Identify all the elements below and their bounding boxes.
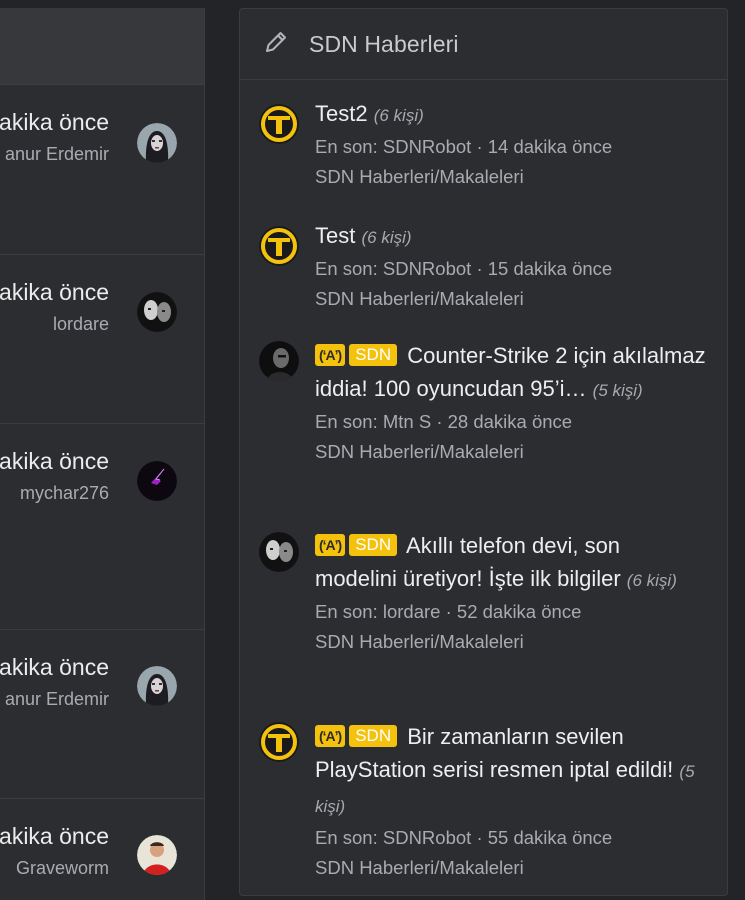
woman-dark-hair-avatar[interactable] (137, 666, 177, 706)
sdn-badge: SDN (349, 534, 398, 556)
red-shirt-man-avatar[interactable] (137, 835, 177, 875)
broadcast-badge: (ʻAʼ) (315, 725, 346, 747)
left-item-time[interactable]: akika önce (0, 823, 109, 850)
panel-header: SDN Haberleri (240, 9, 727, 80)
left-item-time[interactable]: akika önce (0, 654, 109, 681)
participant-count: (6 kişi) (626, 571, 677, 590)
sdn-badge: SDN (349, 725, 398, 747)
thread-last-post[interactable]: En son: SDNRobot · 15 dakika önce (315, 254, 707, 284)
left-list-item[interactable]: akika önce lordare (0, 255, 204, 424)
participant-count: (5 kişi) (592, 381, 643, 400)
woman-dark-hair-avatar[interactable] (137, 123, 177, 163)
sdn-logo-avatar[interactable] (259, 226, 299, 266)
left-list-item[interactable]: akika önce mychar276 (0, 424, 204, 630)
thread-forum[interactable]: SDN Haberleri/Makaleleri (315, 162, 707, 192)
left-item-time[interactable]: akika önce (0, 279, 109, 306)
broadcast-badge: (ʻAʼ) (315, 534, 346, 556)
sdn-badge: SDN (349, 344, 398, 366)
thread-forum[interactable]: SDN Haberleri/Makaleleri (315, 437, 707, 467)
bw-portrait-avatar[interactable] (259, 532, 299, 572)
sdn-logo-avatar[interactable] (259, 722, 299, 762)
left-panel-header (0, 8, 204, 85)
participant-count: (6 kişi) (361, 228, 412, 247)
sdn-logo-avatar[interactable] (259, 104, 299, 144)
left-item-user[interactable]: Graveworm (16, 858, 109, 879)
thread-last-post[interactable]: En son: SDNRobot · 14 dakika önce (315, 132, 707, 162)
left-item-user[interactable]: anur Erdemir (5, 144, 109, 165)
left-item-user[interactable]: anur Erdemir (5, 689, 109, 710)
thread-last-post[interactable]: En son: SDNRobot · 55 dakika önce (315, 823, 707, 853)
left-item-user[interactable]: mychar276 (20, 483, 109, 504)
thread-forum[interactable]: SDN Haberleri/Makaleleri (315, 853, 707, 883)
left-list-item[interactable]: akika önce anur Erdemir (0, 85, 204, 255)
left-thread-panel: akika önce anur Erdemir akika önce lorda… (0, 8, 205, 900)
thread-title[interactable]: Test2 (6 kişi) (315, 97, 707, 132)
sdn-news-panel: SDN Haberleri Test2 (6 kişi) En son: SDN… (239, 8, 728, 896)
thread-title[interactable]: Test (6 kişi) (315, 219, 707, 254)
thread-title[interactable]: (ʻAʼ) SDN Counter-Strike 2 için akılalmaz… (315, 339, 707, 407)
broadcast-badge: (ʻAʼ) (315, 344, 346, 366)
thread-title[interactable]: (ʻAʼ) SDN Akıllı telefon devi, son modeli… (315, 529, 707, 597)
thread-title[interactable]: (ʻAʼ) SDN Bir zamanların sevilen PlayStat… (315, 720, 707, 823)
thread-last-post[interactable]: En son: Mtn S · 28 dakika önce (315, 407, 707, 437)
left-list-item[interactable]: akika önce anur Erdemir (0, 630, 204, 799)
left-item-time[interactable]: akika önce (0, 109, 109, 136)
thread-forum[interactable]: SDN Haberleri/Makaleleri (315, 627, 707, 657)
pencil-icon (262, 28, 290, 61)
thread-last-post[interactable]: En son: lordare · 52 dakika önce (315, 597, 707, 627)
left-list-item[interactable]: akika önce Graveworm (0, 799, 204, 900)
thread-title-text[interactable]: Test (315, 223, 355, 248)
left-item-time[interactable]: akika önce (0, 448, 109, 475)
left-item-user[interactable]: lordare (53, 314, 109, 335)
thread-title-text[interactable]: Test2 (315, 101, 368, 126)
bw-portrait-avatar[interactable] (137, 292, 177, 332)
dark-portrait-avatar[interactable] (259, 341, 299, 381)
panel-title[interactable]: SDN Haberleri (309, 31, 459, 58)
purple-lightning-avatar[interactable] (137, 461, 177, 501)
participant-count: (6 kişi) (373, 106, 424, 125)
thread-forum[interactable]: SDN Haberleri/Makaleleri (315, 284, 707, 314)
